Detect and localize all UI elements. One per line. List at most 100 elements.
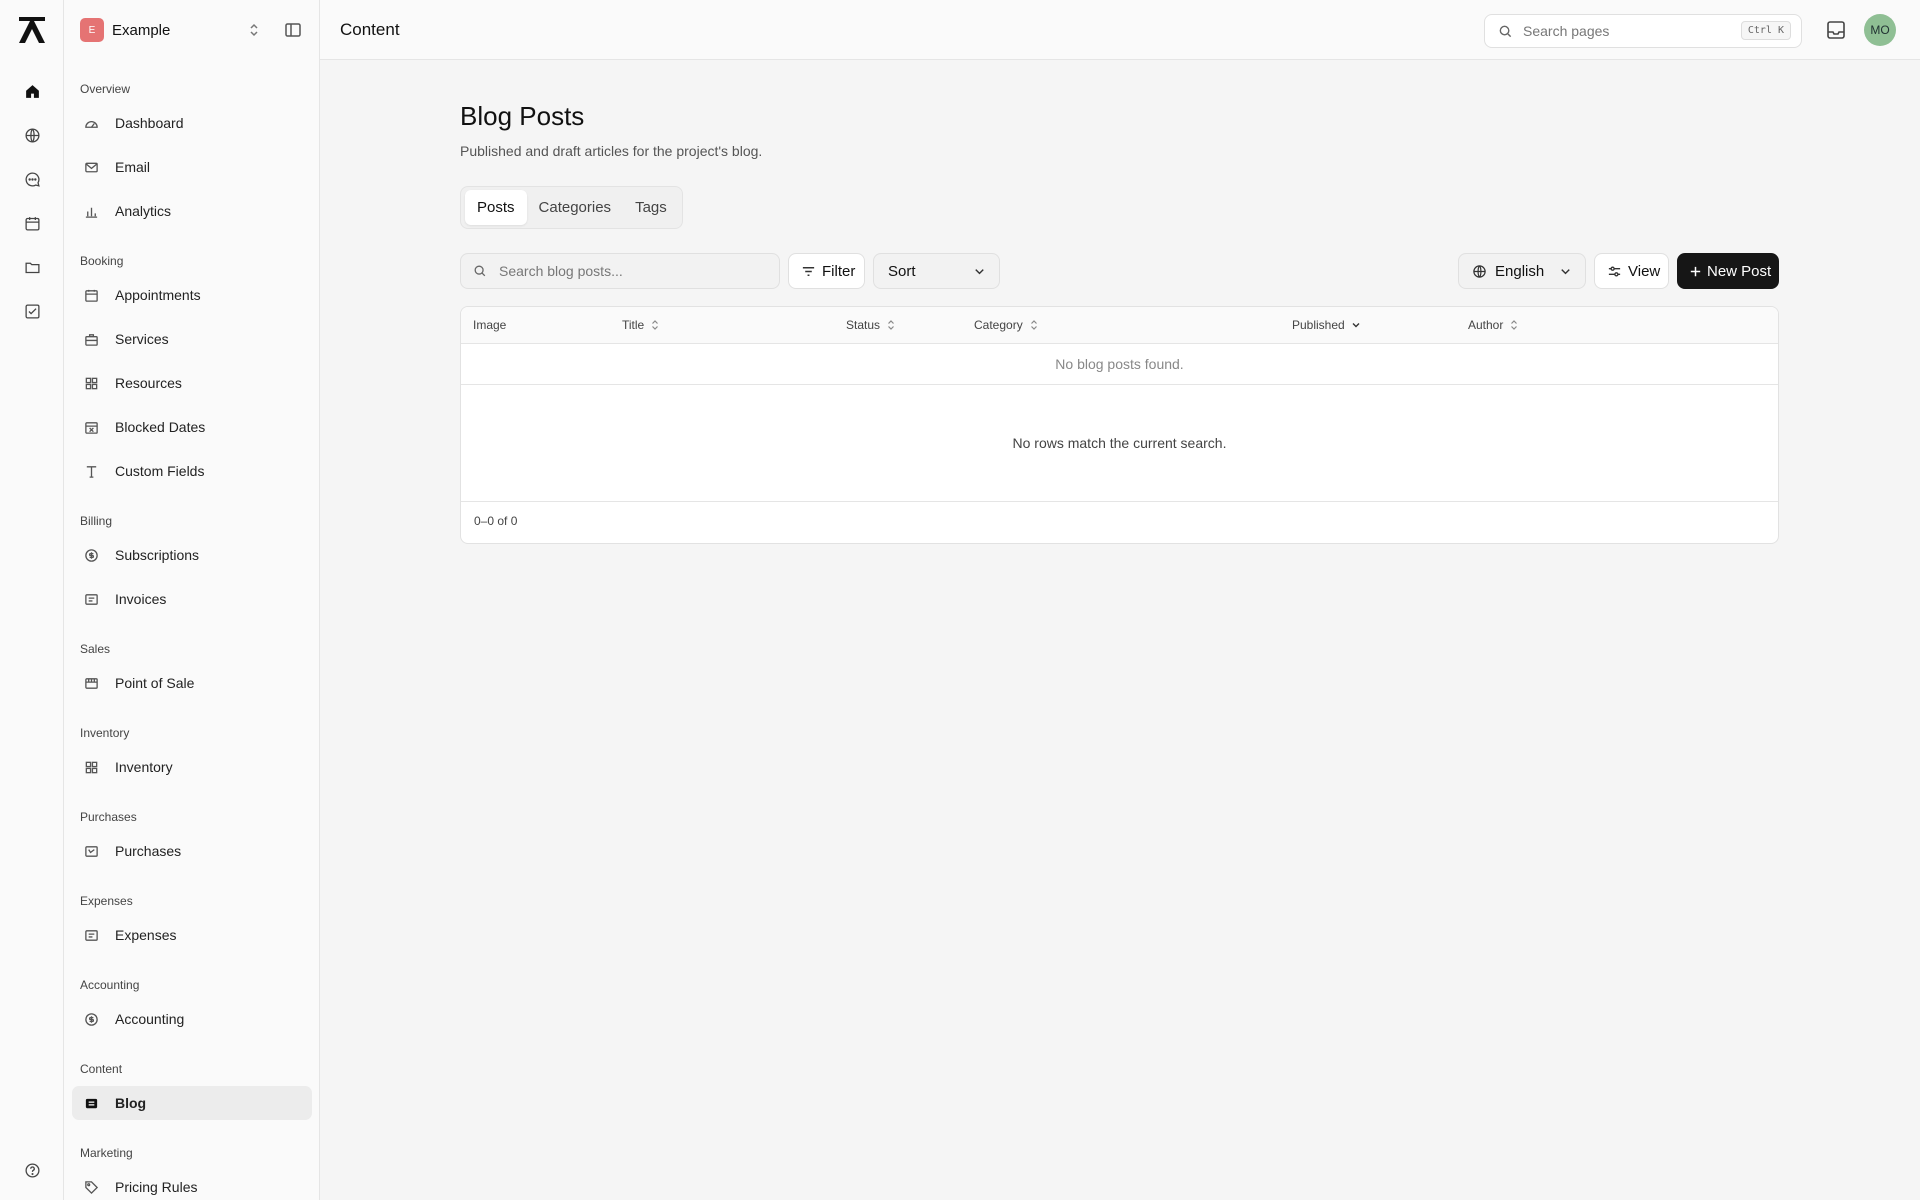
column-author[interactable]: Author bbox=[1468, 318, 1520, 332]
sidebar-item-accounting[interactable]: Accounting bbox=[72, 1002, 312, 1036]
search-icon bbox=[1498, 24, 1513, 39]
sidebar-item-invoices[interactable]: Invoices bbox=[72, 582, 312, 616]
calendar-icon bbox=[84, 288, 99, 303]
sort-label: Sort bbox=[888, 262, 916, 280]
sidebar-item-label: Subscriptions bbox=[115, 547, 200, 563]
sidebar-item-label: Dashboard bbox=[115, 115, 184, 131]
chevrons-up-down-icon bbox=[250, 23, 258, 37]
sidebar-item-subscriptions[interactable]: Subscriptions bbox=[72, 538, 312, 572]
chevron-down-icon bbox=[1350, 319, 1362, 331]
column-category[interactable]: Category bbox=[974, 318, 1040, 332]
receipt-icon bbox=[84, 592, 99, 607]
home-icon[interactable] bbox=[20, 79, 44, 103]
group-content: Content bbox=[80, 1062, 123, 1076]
sidebar-item-label: Inventory bbox=[115, 759, 173, 775]
sidebar-item-blocked-dates[interactable]: Blocked Dates bbox=[72, 410, 312, 444]
globe-icon[interactable] bbox=[20, 123, 44, 147]
sidebar-item-label: Email bbox=[115, 159, 151, 175]
checkbox-icon[interactable] bbox=[20, 299, 44, 323]
tag-icon bbox=[84, 1180, 99, 1195]
group-accounting: Accounting bbox=[80, 978, 140, 992]
table-header: Image Title Status Category Published Au… bbox=[461, 307, 1778, 344]
blog-posts-table: Image Title Status Category Published Au… bbox=[460, 306, 1779, 544]
tab-bar: Posts Categories Tags bbox=[460, 186, 683, 229]
cart-box-icon bbox=[84, 844, 99, 859]
grid-icon bbox=[84, 760, 99, 775]
icon-rail bbox=[0, 0, 64, 1200]
new-post-button[interactable]: New Post bbox=[1677, 253, 1779, 289]
empty-state-row: No blog posts found. bbox=[461, 344, 1778, 385]
sidebar-item-pricing-rules[interactable]: Pricing Rules bbox=[72, 1170, 312, 1200]
column-image: Image bbox=[473, 318, 507, 332]
group-billing: Billing bbox=[80, 514, 113, 528]
sort-icon bbox=[1028, 319, 1040, 331]
sidebar-item-inventory[interactable]: Inventory bbox=[72, 750, 312, 784]
sort-icon bbox=[885, 319, 897, 331]
search-placeholder: Search blog posts... bbox=[499, 263, 623, 279]
sidebar-item-expenses[interactable]: Expenses bbox=[72, 918, 312, 952]
sidebar-item-purchases[interactable]: Purchases bbox=[72, 834, 312, 868]
page-title: Blog Posts bbox=[460, 101, 585, 131]
bar-chart-icon bbox=[84, 204, 99, 219]
column-published[interactable]: Published bbox=[1292, 318, 1362, 332]
briefcase-icon bbox=[84, 332, 99, 347]
column-title[interactable]: Title bbox=[622, 318, 661, 332]
folder-icon[interactable] bbox=[20, 255, 44, 279]
language-label: English bbox=[1495, 262, 1545, 280]
gauge-icon bbox=[84, 116, 99, 131]
global-search-input[interactable]: Search pages Ctrl K bbox=[1484, 14, 1802, 48]
group-purchases: Purchases bbox=[80, 810, 137, 824]
tab-posts[interactable]: Posts bbox=[465, 190, 527, 225]
sidebar-item-appointments[interactable]: Appointments bbox=[72, 278, 312, 312]
blog-search-input[interactable]: Search blog posts... bbox=[460, 253, 780, 289]
chat-icon[interactable] bbox=[20, 167, 44, 191]
sidebar-item-dashboard[interactable]: Dashboard bbox=[72, 106, 312, 140]
sidebar-item-services[interactable]: Services bbox=[72, 322, 312, 356]
sort-select[interactable]: Sort bbox=[873, 253, 1000, 289]
type-icon bbox=[84, 464, 99, 479]
sidebar-item-label: Expenses bbox=[115, 927, 177, 943]
workspace-switcher[interactable]: E Example bbox=[80, 18, 308, 42]
view-button[interactable]: View bbox=[1594, 253, 1669, 289]
calendar-icon[interactable] bbox=[20, 211, 44, 235]
sidebar-item-resources[interactable]: Resources bbox=[72, 366, 312, 400]
calendar-x-icon bbox=[84, 420, 99, 435]
sidebar-item-label: Analytics bbox=[115, 203, 172, 219]
app-logo[interactable] bbox=[17, 15, 47, 45]
sidebar-item-label: Purchases bbox=[115, 843, 182, 859]
dollar-circle-icon bbox=[84, 548, 99, 563]
sidebar-item-analytics[interactable]: Analytics bbox=[72, 194, 312, 228]
sidebar-item-email[interactable]: Email bbox=[72, 150, 312, 184]
group-marketing: Marketing bbox=[80, 1146, 133, 1160]
store-icon bbox=[84, 676, 99, 691]
group-expenses: Expenses bbox=[80, 894, 133, 908]
sidebar-item-blog[interactable]: Blog bbox=[72, 1086, 312, 1120]
sidebar-item-point-of-sale[interactable]: Point of Sale bbox=[72, 666, 312, 700]
inbox-icon[interactable] bbox=[1825, 19, 1847, 41]
help-icon[interactable] bbox=[20, 1158, 44, 1182]
filter-label: Filter bbox=[822, 262, 856, 280]
tab-categories[interactable]: Categories bbox=[527, 190, 624, 225]
tab-tags[interactable]: Tags bbox=[623, 190, 679, 225]
workspace-name: Example bbox=[112, 21, 171, 39]
filter-button[interactable]: Filter bbox=[788, 253, 865, 289]
keyboard-shortcut: Ctrl K bbox=[1740, 21, 1791, 40]
avatar[interactable]: MO bbox=[1864, 14, 1896, 46]
sliders-icon bbox=[1607, 264, 1622, 279]
mail-icon bbox=[84, 160, 99, 175]
dollar-circle-icon bbox=[84, 1012, 99, 1027]
pagination-info: 0–0 of 0 bbox=[474, 514, 518, 528]
sidebar-item-label: Resources bbox=[115, 375, 182, 391]
column-status[interactable]: Status bbox=[846, 318, 897, 332]
new-post-label: New Post bbox=[1707, 262, 1772, 280]
group-booking: Booking bbox=[80, 254, 124, 268]
sidebar-item-custom-fields[interactable]: Custom Fields bbox=[72, 454, 312, 488]
group-overview: Overview bbox=[80, 82, 131, 96]
chevron-down-icon bbox=[1558, 264, 1573, 279]
sidebar-toggle-icon[interactable] bbox=[284, 21, 302, 39]
view-label: View bbox=[1628, 262, 1661, 280]
sidebar-item-label: Custom Fields bbox=[115, 463, 205, 479]
page-subtitle: Published and draft articles for the pro… bbox=[460, 143, 763, 159]
sidebar-item-label: Invoices bbox=[115, 591, 167, 607]
language-select[interactable]: English bbox=[1458, 253, 1586, 289]
